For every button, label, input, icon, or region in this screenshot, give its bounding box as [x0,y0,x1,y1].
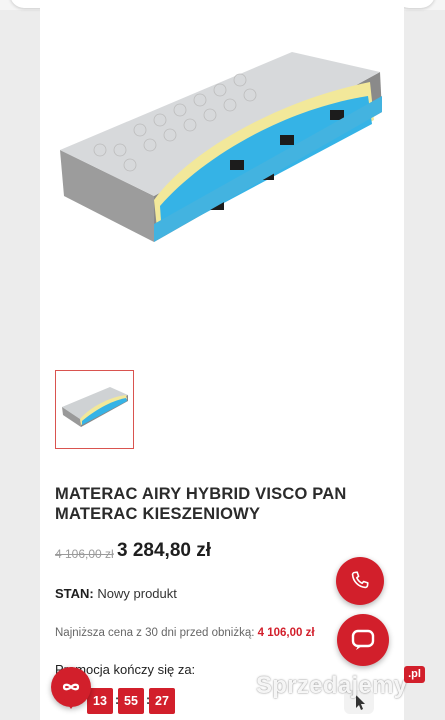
condition-label: STAN: [55,586,94,601]
watermark-badge: .pl [404,666,425,683]
product-thumbnail[interactable] [55,370,134,449]
lowest-price-label: Najniższa cena z 30 dni przed obniżką: [55,627,255,639]
countdown-minutes: 55 [118,688,144,714]
chat-bubble-icon [351,629,375,650]
lowest-price-value: 4 106,00 zł [257,627,315,639]
watermark-text: Sprzedajemy [256,672,408,699]
chat-button[interactable] [337,614,389,666]
product-title-line2: MATERAC KIESZENIOWY [55,505,261,523]
product-title-line1: MATERAC AIRY HYBRID VISCO PAN [55,485,347,503]
countdown-seconds: 27 [149,688,175,714]
phone-icon [351,571,369,589]
loyalty-pointer-icon [64,699,78,709]
condition-value: Nowy produkt [97,586,177,601]
thumbnail-image [62,387,128,427]
lowest-price-info: Najniższa cena z 30 dni przed obniżką: 4… [55,627,315,639]
product-title: MATERAC AIRY HYBRID VISCO PAN MATERAC KI… [55,484,375,524]
old-price: 4 106,00 zł [55,547,114,561]
product-main-image[interactable] [40,10,404,350]
countdown-hours: 13 [87,688,113,714]
loyalty-icon [62,683,80,691]
call-button[interactable] [336,557,384,605]
product-condition: STAN: Nowy produkt [55,586,177,601]
current-price: 3 284,80 zł [117,540,212,561]
